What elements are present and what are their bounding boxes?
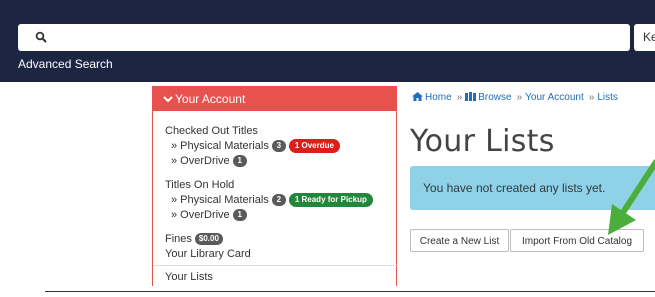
- holds-physical-label: » Physical Materials: [171, 194, 269, 206]
- breadcrumb-separator: »: [588, 92, 595, 103]
- breadcrumb-separator: »: [516, 92, 523, 103]
- checked-out-link[interactable]: Checked Out Titles: [165, 124, 396, 139]
- holds-overdrive-row[interactable]: » OverDrive 1: [165, 208, 396, 223]
- home-icon: [412, 92, 423, 101]
- sidebar-heading[interactable]: Your Account: [153, 87, 396, 111]
- holds-link[interactable]: Titles On Hold: [165, 178, 396, 193]
- book-icon: [465, 92, 477, 101]
- sidebar-heading-label: Your Account: [175, 92, 246, 106]
- holds-overdrive-label: » OverDrive: [171, 209, 230, 221]
- ready-for-pickup-badge: 1 Ready for Pickup: [288, 193, 373, 207]
- breadcrumb-browse[interactable]: Browse: [478, 92, 511, 103]
- checked-out-overdrive-label: » OverDrive: [171, 155, 230, 167]
- checked-out-physical-row[interactable]: » Physical Materials 3 1 Overdue: [165, 139, 396, 154]
- checked-out-overdrive-count: 1: [232, 155, 247, 167]
- holds-physical-count: 2: [271, 194, 286, 206]
- breadcrumb-current: Lists: [597, 92, 618, 103]
- fines-label: Fines: [165, 233, 192, 245]
- breadcrumb: Home» Browse» Your Account» Lists: [412, 92, 618, 103]
- arrow-icon: [608, 159, 655, 235]
- library-card-link[interactable]: Your Library Card: [165, 247, 396, 262]
- chevron-down-icon: [163, 96, 173, 103]
- top-header: Ke Advanced Search: [0, 0, 655, 82]
- fines-link[interactable]: Fines $0.00: [165, 232, 396, 247]
- breadcrumb-home[interactable]: Home: [425, 92, 452, 103]
- checked-out-physical-label: » Physical Materials: [171, 140, 269, 152]
- checked-out-physical-count: 3: [271, 140, 286, 152]
- sidebar-divider: [153, 265, 398, 266]
- search-icon: [35, 31, 47, 43]
- advanced-search-link[interactable]: Advanced Search: [18, 57, 113, 71]
- account-sidebar: Your Account Checked Out Titles » Physic…: [152, 86, 398, 286]
- bottom-divider: [45, 291, 655, 292]
- page-title: Your Lists: [410, 124, 555, 159]
- holds-overdrive-count: 1: [232, 209, 247, 221]
- search-input[interactable]: [18, 24, 630, 51]
- checked-out-overdrive-row[interactable]: » OverDrive 1: [165, 154, 396, 169]
- fines-amount: $0.00: [194, 233, 223, 245]
- create-list-button[interactable]: Create a New List: [410, 229, 509, 252]
- breadcrumb-account[interactable]: Your Account: [525, 92, 584, 103]
- holds-physical-row[interactable]: » Physical Materials 2 1 Ready for Pickup: [165, 193, 396, 208]
- breadcrumb-separator: »: [456, 92, 463, 103]
- overdue-badge: 1 Overdue: [288, 139, 340, 153]
- your-lists-link[interactable]: Your Lists: [165, 270, 396, 285]
- search-type-select[interactable]: Ke: [634, 24, 655, 51]
